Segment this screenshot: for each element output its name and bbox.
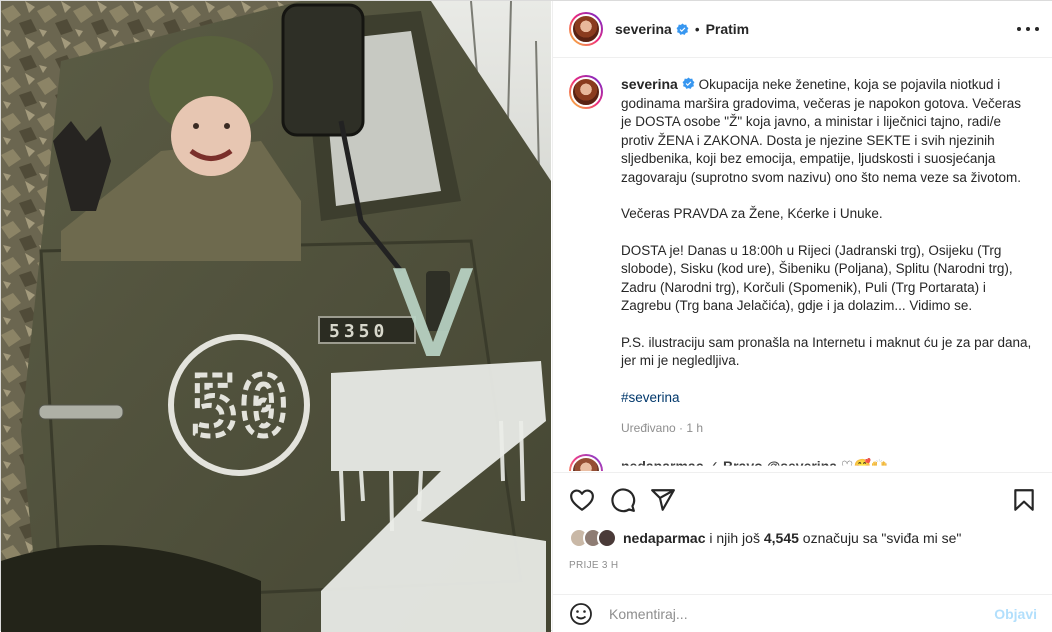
- header-separator: •: [694, 21, 700, 37]
- action-bar: [553, 472, 1052, 526]
- heart-icon[interactable]: [569, 487, 595, 513]
- caption-text: severina Okupacija neke ženetine, koja s…: [621, 75, 1035, 407]
- likes-row: nedaparmac i njih još 4,545 označuju sa …: [569, 528, 961, 548]
- comments-section[interactable]: severina Okupacija neke ženetine, koja s…: [553, 59, 1052, 471]
- edited-time: 1 h: [686, 421, 704, 435]
- commenter-avatar[interactable]: [569, 453, 603, 471]
- hashtag-link[interactable]: #severina: [621, 390, 680, 405]
- comment-preview: nedaparmac ✓ Bravo @severina ♡🥰🙌: [621, 458, 889, 471]
- caption-paragraph-4: P.S. ilustraciju sam pronašla na Interne…: [621, 334, 1032, 369]
- post-side-panel: severina • Pratim severina Okupacija nek…: [552, 1, 1052, 632]
- caption-avatar[interactable]: [569, 75, 603, 109]
- comment-item: nedaparmac ✓ Bravo @severina ♡🥰🙌: [569, 453, 1037, 471]
- likes-text: nedaparmac i njih još 4,545 označuju sa …: [623, 530, 961, 546]
- caption-paragraph-2: Večeras PRAVDA za Žene, Kćerke i Unuke.: [621, 206, 883, 221]
- caption-paragraph-3: DOSTA je! Danas u 18:00h u Rijeci (Jadra…: [621, 242, 1013, 314]
- likes-count[interactable]: 4,545: [764, 530, 799, 546]
- caption-username[interactable]: severina: [621, 76, 678, 92]
- add-comment-bar: Objavi: [553, 594, 1052, 632]
- verified-badge-icon: [676, 23, 689, 35]
- instagram-post-modal: 5350 50 V severina • Pratim severina Oku…: [0, 0, 1052, 632]
- author-username[interactable]: severina: [615, 21, 672, 37]
- comment-input[interactable]: [609, 605, 979, 622]
- post-photo[interactable]: 5350 50 V: [1, 1, 551, 632]
- likes-suffix: označuju sa "sviđa mi se": [802, 530, 962, 546]
- smiley-icon[interactable]: [569, 602, 593, 626]
- caption-meta: Uređivano · 1 h: [621, 421, 704, 435]
- paper-plane-icon[interactable]: [650, 487, 676, 513]
- author-avatar[interactable]: [569, 12, 603, 46]
- truck-number: 5350: [329, 321, 388, 342]
- caption-paragraph-1-text: Okupacija neke ženetine, koja se pojavil…: [621, 77, 1021, 185]
- comment-bubble-icon[interactable]: [610, 487, 636, 513]
- caption: severina Okupacija neke ženetine, koja s…: [569, 75, 1037, 438]
- post-date[interactable]: PRIJE 3 H: [569, 560, 618, 571]
- following-button[interactable]: Pratim: [706, 21, 750, 37]
- truck-soldier-image: 5350 50 V: [1, 1, 551, 632]
- caption-paragraph-1: severina Okupacija neke ženetine, koja s…: [621, 75, 1035, 187]
- liker-avatar[interactable]: [597, 528, 617, 548]
- door-number: 50: [190, 360, 289, 455]
- more-dots-icon[interactable]: [1017, 20, 1039, 38]
- edited-label: Uređivano: [621, 421, 676, 435]
- post-header: severina • Pratim: [553, 1, 1052, 58]
- post-comment-button[interactable]: Objavi: [994, 606, 1037, 622]
- verified-badge-icon: [682, 77, 695, 89]
- bookmark-icon[interactable]: [1011, 487, 1037, 513]
- v-symbol: V: [392, 246, 474, 385]
- caption-body: severina Okupacija neke ženetine, koja s…: [621, 75, 1035, 438]
- likes-connector: i njih još: [709, 530, 760, 546]
- first-liker[interactable]: nedaparmac: [623, 530, 705, 546]
